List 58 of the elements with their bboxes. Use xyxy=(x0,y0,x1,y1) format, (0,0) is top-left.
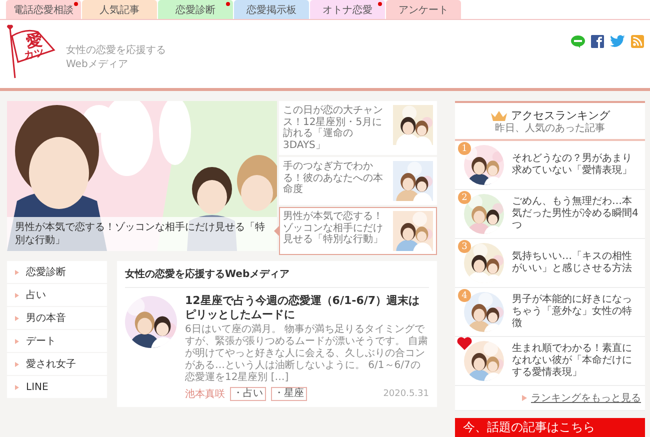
nav-tab[interactable]: アンケート xyxy=(386,0,461,19)
article-card[interactable]: 手のつなぎ方でわかる！彼のあなたへの本命度 xyxy=(279,157,437,205)
section-banner: 今、話題の記事はこちら xyxy=(455,418,645,437)
rank-badge: 3 xyxy=(458,240,471,253)
section-heading: 女性の恋愛を応援するWebメディア xyxy=(125,267,429,288)
triangle-icon xyxy=(522,395,527,401)
triangle-icon xyxy=(15,384,19,390)
ranking-subtitle: 昨日、人気のあった記事 xyxy=(495,123,605,135)
article-excerpt: 6日はいて座の満月。 物事が満ち足りるタイミングですが、緊張が張りつめるムードが漂いそうです。 自粛が明けてやっと好きな人に会える、久しぶりの合コンがある…という人は油断しないように。 6/1～6/7の恋愛運を12星座別 […] xyxy=(185,324,429,384)
square-logo-icon[interactable] xyxy=(591,35,604,48)
menu-item[interactable]: 恋愛診断 xyxy=(7,261,107,283)
nav-tab[interactable]: 恋愛掲示板 xyxy=(234,0,309,19)
article-title: 男子が本能的に好きになっちゃう「意外な」女性の特徴 xyxy=(512,294,633,330)
ranking-item[interactable]: 4 男子が本能的に好きになっちゃう「意外な」女性の特徴 xyxy=(455,288,645,337)
rank-badge: 4 xyxy=(458,289,471,302)
nav-tab[interactable]: 恋愛診断 xyxy=(158,0,233,19)
crown-icon xyxy=(490,110,508,121)
menu-item[interactable]: LINE xyxy=(7,376,107,398)
rss-icon[interactable] xyxy=(631,35,644,48)
tag-chip[interactable]: ・占い xyxy=(230,386,266,401)
triangle-icon xyxy=(15,270,19,274)
post-date: 2020.5.31 xyxy=(383,388,429,399)
heart-icon xyxy=(457,337,472,350)
hero-caption[interactable]: 男性が本気で恋する！ゾッコンな相手にだけ見せる「特別な行動」 xyxy=(7,217,277,251)
rank-badge: 1 xyxy=(458,142,471,155)
article-title: 男性が本気で恋する！ゾッコンな相手にだけ見せる「特別な行動」 xyxy=(283,211,384,247)
logo-text: 愛 xyxy=(24,32,44,50)
ranking-item[interactable]: 3 気持ちいい…「キスの相性がいい」と感じさせる方法 xyxy=(455,239,645,288)
article-title: それどうなの？男があまり求めていない「愛情表現」 xyxy=(512,153,633,177)
ranking-item[interactable]: 1 それどうなの？男があまり求めていない「愛情表現」 xyxy=(455,141,645,190)
triangle-icon xyxy=(15,362,19,366)
article-title: 気持ちいい…「キスの相性がいい」と感じさせる方法 xyxy=(512,251,633,275)
menu-item[interactable]: 男の本音 xyxy=(7,307,107,329)
article-title: この日が恋の大チャンス！12星座別・5月に訪れる「運命の3DAYS」 xyxy=(283,105,384,151)
chat-bubble-icon[interactable] xyxy=(571,35,585,48)
article-title: 生まれ順でわかる！素直になれない彼が「本命だけにする愛情表現」 xyxy=(512,343,633,379)
article-card[interactable]: この日が恋の大チャンス！12星座別・5月に訪れる「運命の3DAYS」 xyxy=(279,101,437,155)
nav-tab[interactable]: オトナ恋愛 xyxy=(310,0,385,19)
triangle-icon xyxy=(15,316,19,320)
ranking-title: アクセスランキング xyxy=(511,108,610,122)
nav-tab[interactable]: 人気記事 xyxy=(82,0,157,19)
menu-item[interactable]: 占い xyxy=(7,284,107,306)
article-title: ごめん、もう無理だわ…本気だった男性が冷める瞬間4つ xyxy=(512,196,640,232)
menu-item[interactable]: デート xyxy=(7,330,107,352)
article-title: 手のつなぎ方でわかる！彼のあなたへの本命度 xyxy=(283,161,384,197)
menu-item[interactable]: 愛され女子 xyxy=(7,353,107,375)
ranking-item[interactable]: 生まれ順でわかる！素直になれない彼が「本命だけにする愛情表現」 xyxy=(455,337,645,386)
bird-icon[interactable] xyxy=(610,35,625,48)
site-tagline: 女性の恋愛を応援するWebメディア xyxy=(66,44,167,71)
article-title[interactable]: 12星座で占う今週の恋愛運（6/1-6/7）週末はピリッとしたムードに xyxy=(185,294,429,323)
nav-tab[interactable]: 電話恋愛相談 xyxy=(6,0,81,19)
tag-chip[interactable]: ・星座 xyxy=(271,386,307,401)
flag-icon xyxy=(6,24,58,80)
ranking-item[interactable]: 2 ごめん、もう無理だわ…本気だった男性が冷める瞬間4つ xyxy=(455,190,645,239)
more-link[interactable]: ランキングをもっと見る xyxy=(531,391,641,405)
rank-badge: 2 xyxy=(458,191,471,204)
triangle-icon xyxy=(15,292,19,298)
triangle-icon xyxy=(15,338,19,344)
